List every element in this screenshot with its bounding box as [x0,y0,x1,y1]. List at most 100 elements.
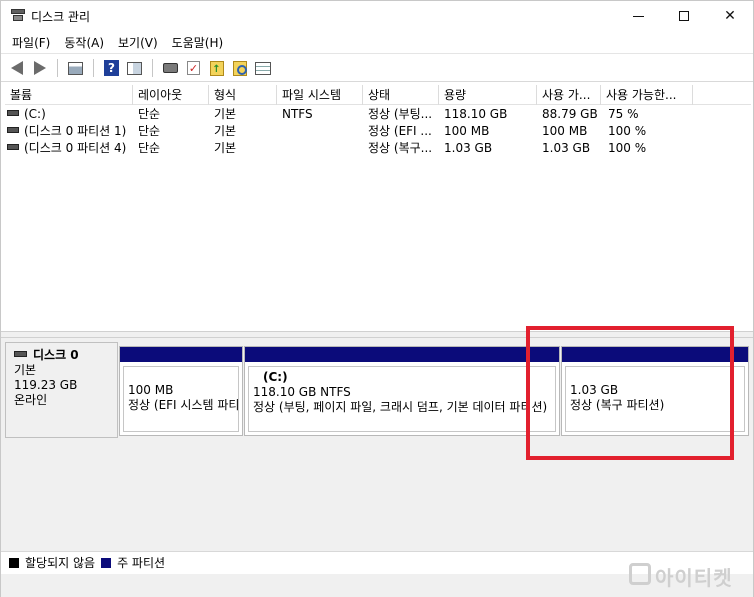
cell-type: 기본 [214,124,237,138]
table-row[interactable]: (C:) 단순 기본 NTFS 정상 (부팅... 118.10 GB 88.7… [5,106,751,123]
watermark-text: 아이티켓 [655,566,733,590]
volume-list-header: 볼륨 레이아웃 형식 파일 시스템 상태 용량 사용 가... 사용 가능한..… [5,85,751,105]
close-icon: ✕ [724,8,736,24]
cell-percent-free: 100 % [608,141,647,155]
volume-icon [7,110,19,116]
cell-file-system [282,123,362,140]
cell-percent-free: 75 % [608,107,639,121]
disk-management-window: 디스크 관리 ✕ 파일(F) 동작(A) 보기(V) 도움말(H) ? ✓ ↑ … [0,0,754,597]
help-icon: ? [104,60,119,76]
disk-icon [14,351,27,357]
cell-volume: (디스크 0 파티션 1) [7,123,133,140]
properties-icon [127,61,142,75]
column-volume[interactable]: 볼륨 [5,85,133,105]
toolbar-separator [57,59,58,77]
table-row[interactable]: (디스크 0 파티션 1) 단순 기본 정상 (EFI ... 100 MB 1… [5,123,751,140]
disk-management-app-icon [11,9,25,22]
minimize-icon [632,15,644,17]
table-row[interactable]: (디스크 0 파티션 4) 단순 기본 정상 (복구... 1.03 GB 1.… [5,140,751,157]
watermark-icon [629,563,651,585]
cell-capacity: 118.10 GB [444,107,508,121]
column-free-space[interactable]: 사용 가... [537,85,601,105]
volume-icon [7,144,19,150]
primary-swatch [101,557,112,568]
partition-status: 정상 (EFI 시스템 파티션) [128,398,239,412]
partition-c-drive[interactable]: (C:) 118.10 GB NTFS 정상 (부팅, 페이지 파일, 크래시 … [244,346,560,436]
console-tree-icon [68,61,83,75]
toolbar: ? ✓ ↑ [1,55,753,82]
find-folder-button[interactable] [229,58,250,79]
cell-volume: (C:) [7,106,133,123]
check-icon: ✓ [187,61,200,75]
menu-view[interactable]: 보기(V) [111,32,165,53]
column-capacity[interactable]: 용량 [439,85,537,105]
back-arrow-icon [10,61,23,75]
highlight-box [526,326,734,460]
cell-layout: 단순 [138,124,161,138]
cell-volume: (디스크 0 파티션 4) [7,140,133,157]
forward-arrow-icon [33,61,46,75]
menu-file[interactable]: 파일(F) [5,32,57,53]
cell-percent-free: 100 % [608,124,647,138]
legend-unallocated: 할당되지 않음 [9,554,95,571]
connect-disk-button[interactable] [160,58,181,79]
properties-button[interactable] [124,58,145,79]
find-folder-icon [232,60,247,76]
cell-file-system [282,140,362,157]
cell-file-system: NTFS [282,107,313,121]
volume-icon [7,127,19,133]
console-tree-button[interactable] [65,58,86,79]
up-folder-button[interactable]: ↑ [206,58,227,79]
disk-type: 기본 [14,363,37,377]
disk-name: 디스크 0 [14,348,117,363]
list-view-button[interactable] [252,58,273,79]
maximize-button[interactable] [661,1,707,31]
list-view-icon [254,61,271,75]
column-status[interactable]: 상태 [363,85,439,105]
cell-status: 정상 (부팅... [368,107,433,121]
primary-partition-bar [120,347,242,362]
disk-status: 온라인 [14,393,48,407]
cell-capacity: 100 MB [444,124,490,138]
volume-list[interactable]: 볼륨 레이아웃 형식 파일 시스템 상태 용량 사용 가... 사용 가능한..… [5,85,751,331]
partition-efi[interactable]: 100 MB 정상 (EFI 시스템 파티션) [119,346,243,436]
disk-size: 119.23 GB [14,378,78,392]
back-button[interactable] [6,58,27,79]
menu-bar: 파일(F) 동작(A) 보기(V) 도움말(H) [1,32,753,54]
cell-free-space: 100 MB [542,124,588,138]
column-layout[interactable]: 레이아웃 [133,85,209,105]
watermark-logo: 아이티켓 [623,549,749,595]
close-button[interactable]: ✕ [707,1,753,31]
title-bar: 디스크 관리 ✕ [1,1,753,31]
minimize-button[interactable] [615,1,661,31]
partition-body: 100 MB 정상 (EFI 시스템 파티션) [123,366,239,432]
column-percent-free[interactable]: 사용 가능한... [601,85,693,105]
forward-button[interactable] [29,58,50,79]
primary-partition-bar [245,347,559,362]
cell-layout: 단순 [138,107,161,121]
maximize-icon [679,11,689,21]
cell-free-space: 1.03 GB [542,141,591,155]
help-button[interactable]: ? [101,58,122,79]
cell-status: 정상 (복구... [368,141,433,155]
unallocated-swatch [9,557,19,568]
connect-disk-icon [163,63,178,73]
partition-body: (C:) 118.10 GB NTFS 정상 (부팅, 페이지 파일, 크래시 … [248,366,556,432]
disk-info-panel[interactable]: 디스크 0 기본 119.23 GB 온라인 [5,342,118,438]
up-folder-icon: ↑ [209,60,224,76]
check-button[interactable]: ✓ [183,58,204,79]
menu-action[interactable]: 동작(A) [57,32,111,53]
cell-layout: 단순 [138,141,161,155]
column-type[interactable]: 형식 [209,85,277,105]
cell-status: 정상 (EFI ... [368,124,432,138]
cell-free-space: 88.79 GB [542,107,598,121]
toolbar-separator [152,59,153,77]
legend-primary: 주 파티션 [101,554,165,571]
cell-type: 기본 [214,141,237,155]
partition-size: 100 MB [128,383,174,397]
partition-size: 118.10 GB NTFS [253,385,351,399]
menu-help[interactable]: 도움말(H) [165,32,231,53]
partition-name: (C:) [263,370,288,384]
toolbar-separator [93,59,94,77]
column-file-system[interactable]: 파일 시스템 [277,85,363,105]
